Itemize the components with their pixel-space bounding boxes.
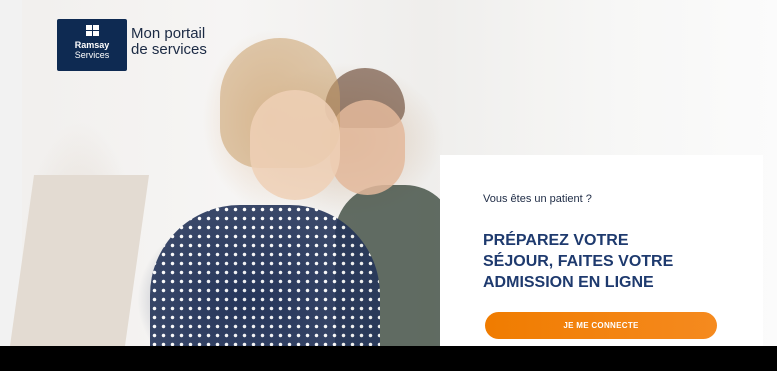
hero-man-face (330, 100, 405, 195)
portal-title-line2: de services (131, 41, 207, 58)
hero-woman-face (250, 90, 340, 200)
connect-button[interactable]: JE ME CONNECTE (485, 312, 717, 339)
portal-title: Mon portail de services (131, 26, 241, 58)
logo-name: Ramsay (74, 40, 110, 50)
logo-sub: Services (74, 50, 110, 60)
card-heading-line2: SÉJOUR, FAITES VOTRE (483, 253, 674, 270)
ramsay-logo[interactable]: Ramsay Services (57, 19, 127, 71)
card-heading-line3: ADMISSION EN LIGNE (483, 274, 654, 291)
card-question: Vous êtes un patient ? (483, 193, 592, 205)
portal-title-line1: Mon portail (131, 25, 206, 42)
hero-woman-dress (150, 205, 380, 346)
card-heading: PRÉPAREZ VOTRE SÉJOUR, FAITES VOTRE ADMI… (483, 230, 733, 293)
ramsay-grid-icon (85, 25, 99, 36)
card-heading-line1: PRÉPAREZ VOTRE (483, 232, 629, 249)
hero-pillow (9, 175, 150, 346)
bottom-bar (0, 346, 777, 371)
patient-card: Vous êtes un patient ? PRÉPAREZ VOTRE SÉ… (440, 155, 763, 346)
